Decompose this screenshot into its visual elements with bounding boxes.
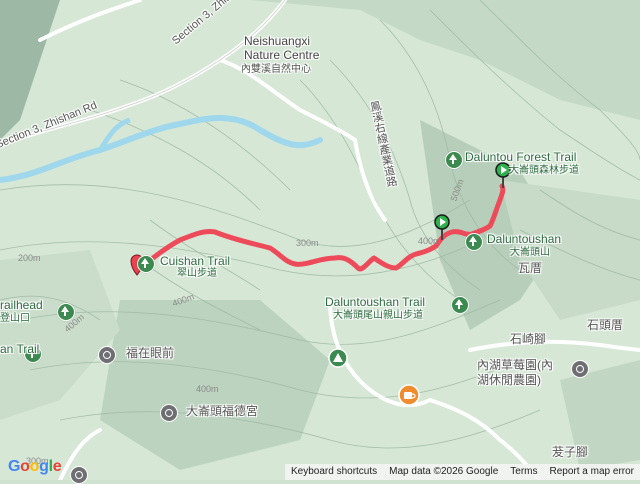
terms-link[interactable]: Terms <box>504 464 543 480</box>
contour-label: 200m <box>18 253 41 263</box>
place-icon[interactable] <box>571 360 589 378</box>
contour-label: 300m <box>296 238 319 248</box>
place-icon[interactable] <box>160 404 178 422</box>
google-logo: Google <box>8 458 62 475</box>
daluntoushan-label: Daluntoushan <box>487 232 562 246</box>
map-data-attribution: Map data ©2026 Google <box>389 466 499 477</box>
daluntou-forest-trail-zh: 大崙頭森林步道 <box>509 165 579 176</box>
trailhead-label: railhead <box>0 298 43 312</box>
daluntoushan-trail-zh: 大崙頭尾山親山步道 <box>333 310 423 321</box>
daluntoushan-zh: 大崙頭山 <box>510 247 550 258</box>
park-icon[interactable] <box>137 255 155 273</box>
strawberry-farm-label-2: 湖休閒農園) <box>477 373 541 387</box>
place-icon[interactable] <box>98 346 116 364</box>
cuishan-trail-label: Cuishan Trail <box>160 254 231 268</box>
fude-temple-label: 大崙頭福德宮 <box>186 404 259 418</box>
bazijiao-label: 茇子腳 <box>552 445 589 459</box>
fuzai-label: 福在眼前 <box>126 346 175 360</box>
report-error-link[interactable]: Report a map error <box>544 464 640 480</box>
shitoucuo-label: 石頭厝 <box>587 318 624 332</box>
place-icon[interactable] <box>70 466 88 484</box>
nature-centre-zh: 內雙溪自然中心 <box>241 64 311 75</box>
campground-icon[interactable] <box>328 348 348 368</box>
nature-centre-label-2: Nature Centre <box>244 48 320 62</box>
trailhead-zh: 登山口 <box>0 313 30 324</box>
contour-label: 400m <box>418 236 441 246</box>
cafe-icon[interactable] <box>398 384 420 406</box>
park-icon[interactable] <box>465 233 483 251</box>
park-icon[interactable] <box>451 296 469 314</box>
trail-left-label: an Trail <box>0 342 40 356</box>
wacuo-label: 瓦厝 <box>518 261 543 275</box>
contour-label: 400m <box>196 384 219 394</box>
strawberry-farm-label: 內湖草莓園(內 <box>477 358 553 372</box>
daluntou-forest-trail-label: Daluntou Forest Trail <box>465 150 577 164</box>
cuishan-trail-zh: 翠山步道 <box>177 268 217 279</box>
park-icon[interactable] <box>445 151 463 169</box>
shiqijiao-label: 石崎腳 <box>510 332 547 346</box>
nature-centre-label: Neishuangxi <box>244 34 311 48</box>
daluntoushan-trail-label: Daluntoushan Trail <box>325 295 426 309</box>
map-footer: Keyboard shortcuts Map data ©2026 Google… <box>284 464 640 480</box>
keyboard-shortcuts-link[interactable]: Keyboard shortcuts <box>285 464 383 480</box>
